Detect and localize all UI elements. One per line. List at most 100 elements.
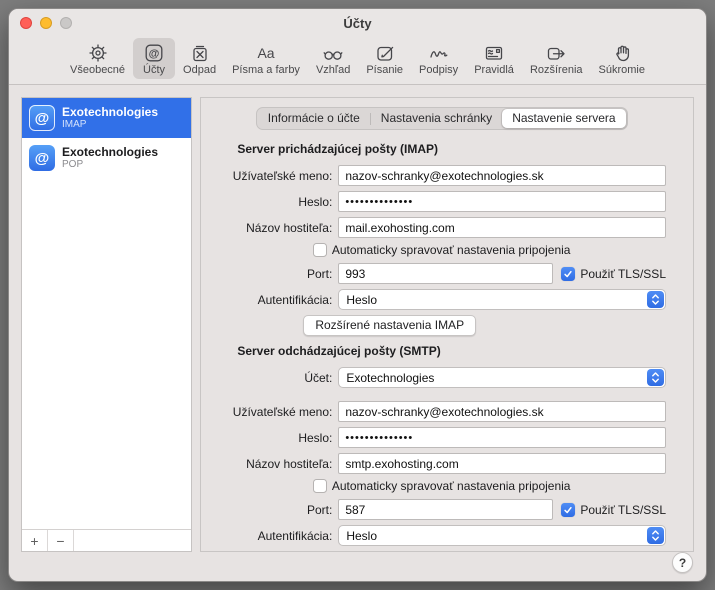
title-bar: Účty (9, 9, 706, 37)
toolbar-item-fonts-colors[interactable]: Aa Písma a farby (224, 38, 308, 79)
incoming-host-input[interactable] (338, 217, 666, 238)
outgoing-port-row: Port: Použiť TLS/SSL (217, 499, 666, 520)
outgoing-auto-manage-checkbox[interactable] (312, 479, 327, 493)
sidebar-footer: + − (22, 529, 192, 551)
toolbar-item-label: Písanie (366, 64, 404, 76)
toolbar-item-signatures[interactable]: Podpisy (411, 38, 466, 79)
incoming-password-input[interactable] (338, 191, 666, 212)
account-at-icon: @ (29, 105, 55, 131)
advanced-imap-button[interactable]: Rozšírené nastavenia IMAP (303, 315, 477, 336)
outgoing-port-input[interactable] (338, 499, 554, 520)
smtp-account-row: Účet: Exotechnologies (217, 367, 666, 388)
incoming-auth-row: Autentifikácia: Heslo (217, 289, 666, 310)
account-row-imap[interactable]: @ Exotechnologies IMAP (22, 98, 192, 138)
advanced-imap-row: Rozšírené nastavenia IMAP (303, 315, 666, 336)
svg-text:@: @ (149, 48, 160, 60)
incoming-password-label: Heslo: (298, 194, 333, 209)
incoming-username-row: Užívateľské meno: (217, 165, 666, 186)
smtp-account-select[interactable]: Exotechnologies (338, 367, 666, 388)
content-area: @ Exotechnologies IMAP @ Exotechnologies… (9, 85, 706, 552)
trash-box-icon (187, 41, 213, 64)
incoming-auto-manage-row: Automaticky spravovať nastavenia pripoje… (217, 243, 666, 257)
account-protocol: POP (62, 159, 84, 170)
incoming-port-row: Port: Použiť TLS/SSL (217, 263, 666, 284)
help-button[interactable]: ? (672, 552, 693, 573)
tab-mailbox-settings[interactable]: Nastavenia schránky (371, 109, 502, 128)
outgoing-auto-manage-label: Automaticky spravovať nastavenia pripoje… (331, 479, 571, 493)
toolbar-item-viewing[interactable]: Vzhľad (308, 38, 358, 79)
incoming-host-label: Názov hostiteľa: (246, 220, 333, 235)
add-account-button[interactable]: + (22, 530, 48, 551)
outgoing-auth-select[interactable]: Heslo (338, 525, 666, 546)
extensions-icon (543, 41, 569, 64)
toolbar-item-composing[interactable]: Písanie (358, 38, 411, 79)
account-at-icon: @ (29, 145, 55, 171)
incoming-section-title: Server prichádzajúcej pošty (IMAP) (237, 142, 439, 156)
incoming-tls-label: Použiť TLS/SSL (580, 266, 666, 281)
incoming-password-row: Heslo: (217, 191, 666, 212)
zoom-window-button (60, 17, 72, 29)
minimize-window-button[interactable] (40, 17, 52, 29)
close-window-button[interactable] (20, 17, 32, 29)
signature-icon (426, 41, 452, 64)
outgoing-password-label: Heslo: (298, 430, 333, 445)
tab-bar: Informácie o účte Nastavenia schránky Na… (255, 107, 628, 130)
incoming-port-input[interactable] (338, 263, 554, 284)
toolbar-item-label: Súkromie (598, 64, 645, 76)
toolbar-item-label: Účty (143, 64, 166, 76)
preferences-toolbar: Všeobecné @ Účty Odpad Aa Písma a farby … (9, 37, 706, 84)
toolbar-item-general[interactable]: Všeobecné (62, 38, 133, 79)
outgoing-auth-row: Autentifikácia: Heslo (217, 525, 666, 546)
svg-text:Aa: Aa (257, 45, 274, 61)
outgoing-password-input[interactable] (338, 427, 666, 448)
popup-caret-icon (647, 369, 664, 386)
toolbar-item-extensions[interactable]: Rozšírenia (522, 38, 591, 79)
outgoing-password-row: Heslo: (217, 427, 666, 448)
outgoing-host-label: Názov hostiteľa: (246, 456, 333, 471)
tab-account-info[interactable]: Informácie o účte (258, 109, 370, 128)
outgoing-auth-label: Autentifikácia: (257, 528, 333, 543)
outgoing-username-row: Užívateľské meno: (217, 401, 666, 422)
outgoing-username-label: Užívateľské meno: (232, 404, 333, 419)
toolbar-item-junk[interactable]: Odpad (175, 38, 224, 79)
outgoing-host-input[interactable] (338, 453, 666, 474)
smtp-account-value: Exotechnologies (346, 370, 435, 385)
toolbar-item-privacy[interactable]: Súkromie (591, 38, 653, 79)
account-row-pop[interactable]: @ Exotechnologies POP (22, 138, 191, 178)
stamped-envelope-icon (481, 41, 507, 64)
incoming-username-label: Užívateľské meno: (232, 168, 333, 183)
smtp-gap (217, 393, 666, 401)
incoming-auth-label: Autentifikácia: (257, 292, 333, 307)
toolbar-item-label: Pravidlá (474, 64, 514, 76)
outgoing-tls-label: Použiť TLS/SSL (580, 502, 666, 517)
incoming-host-row: Názov hostiteľa: (217, 217, 666, 238)
remove-account-button[interactable]: − (48, 530, 74, 551)
toolbar-item-rules[interactable]: Pravidlá (466, 38, 522, 79)
outgoing-section-title: Server odchádzajúcej pošty (SMTP) (237, 344, 441, 358)
hand-icon (609, 41, 635, 64)
toolbar-item-label: Odpad (183, 64, 217, 76)
window-controls (20, 17, 72, 29)
account-list: @ Exotechnologies IMAP @ Exotechnologies… (22, 98, 192, 529)
incoming-auto-manage-checkbox[interactable] (312, 243, 327, 257)
window-title: Účty (343, 15, 372, 31)
tab-server-settings[interactable]: Nastavenie servera (502, 109, 626, 128)
incoming-username-input[interactable] (338, 165, 666, 186)
toolbar-item-label: Rozšírenia (529, 64, 583, 76)
outgoing-auth-value: Heslo (346, 528, 378, 543)
outgoing-host-row: Názov hostiteľa: (217, 453, 666, 474)
glasses-icon (320, 41, 346, 64)
account-name: Exotechnologies (62, 145, 159, 159)
account-text: Exotechnologies IMAP (62, 105, 158, 131)
outgoing-tls-checkbox[interactable] (561, 502, 576, 517)
outgoing-port-label: Port: (306, 502, 333, 517)
compose-icon (372, 41, 398, 64)
toolbar-item-label: Podpisy (419, 64, 459, 76)
toolbar-item-accounts[interactable]: @ Účty (133, 38, 176, 79)
incoming-auth-value: Heslo (346, 292, 378, 307)
outgoing-auto-manage-row: Automaticky spravovať nastavenia pripoje… (217, 479, 666, 493)
incoming-auth-select[interactable]: Heslo (338, 289, 666, 310)
outgoing-username-input[interactable] (338, 401, 666, 422)
mail-preferences-window: Účty Všeobecné @ Účty Odpad Aa Písma a f… (8, 8, 707, 582)
incoming-tls-checkbox[interactable] (561, 266, 576, 281)
